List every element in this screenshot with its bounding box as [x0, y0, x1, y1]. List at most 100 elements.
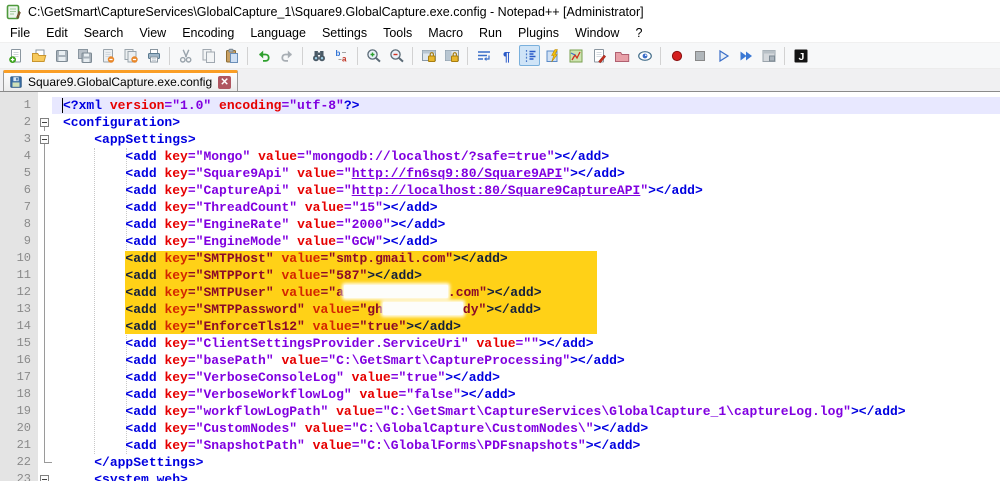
line-number[interactable]: 20	[0, 420, 38, 437]
line-number[interactable]: 19	[0, 403, 38, 420]
paste-icon[interactable]	[221, 45, 242, 66]
menu-item-search[interactable]: Search	[76, 25, 132, 41]
copy-icon[interactable]	[198, 45, 219, 66]
doc-switcher-icon[interactable]	[588, 45, 609, 66]
show-symbols-icon[interactable]: ¶	[496, 45, 517, 66]
doc-map-icon[interactable]	[565, 45, 586, 66]
menu-item-file[interactable]: File	[2, 25, 38, 41]
line-number[interactable]: 2	[0, 114, 38, 131]
code-text[interactable]: <add key="CustomNodes" value="C:\GlobalC…	[52, 420, 1000, 437]
menu-item-tools[interactable]: Tools	[375, 25, 420, 41]
print-icon[interactable]	[143, 45, 164, 66]
macro-save-icon[interactable]	[758, 45, 779, 66]
editor-line: 23 <system.web>	[0, 471, 1000, 481]
code-text[interactable]: </appSettings>	[52, 454, 1000, 471]
zoom-in-icon[interactable]	[363, 45, 384, 66]
sync-vertical-icon[interactable]	[418, 45, 439, 66]
code-text[interactable]: <add key="ClientSettingsProvider.Service…	[52, 335, 1000, 352]
line-number[interactable]: 21	[0, 437, 38, 454]
redo-icon[interactable]	[276, 45, 297, 66]
toolbar-separator	[467, 47, 468, 65]
code-text[interactable]: <add key="basePath" value="C:\GetSmart\C…	[52, 352, 1000, 369]
editor-area[interactable]: 1 <?xml version="1.0" encoding="utf-8"?> 2…	[0, 92, 1000, 481]
menu-item-macro[interactable]: Macro	[420, 25, 471, 41]
line-number[interactable]: 6	[0, 182, 38, 199]
line-number[interactable]: 16	[0, 352, 38, 369]
line-number[interactable]: 9	[0, 233, 38, 250]
menu-item-settings[interactable]: Settings	[314, 25, 375, 41]
code-text[interactable]: <add key="SMTPPort" value="587"></add>	[52, 267, 1000, 284]
fold-margin[interactable]	[38, 471, 52, 481]
line-number[interactable]: 15	[0, 335, 38, 352]
code-text[interactable]: <add key="SMTPUser" value="a.com"></add>	[52, 284, 1000, 301]
json-plugin-icon[interactable]: J	[790, 45, 811, 66]
fold-margin[interactable]	[38, 131, 52, 148]
code-text[interactable]: <system.web>	[52, 471, 1000, 481]
menu-item-edit[interactable]: Edit	[38, 25, 76, 41]
menu-item-window[interactable]: Window	[567, 25, 627, 41]
code-text[interactable]: <add key="EngineMode" value="GCW"></add>	[52, 233, 1000, 250]
code-text[interactable]: <add key="Mongo" value="mongodb://localh…	[52, 148, 1000, 165]
code-text[interactable]: <add key="Square9Api" value="http://fn6s…	[52, 165, 1000, 182]
close-file-icon[interactable]	[97, 45, 118, 66]
code-text[interactable]: <add key="CaptureApi" value="http://loca…	[52, 182, 1000, 199]
code-text[interactable]: <add key="workflowLogPath" value="C:\Get…	[52, 403, 1000, 420]
indent-guide-icon[interactable]	[519, 45, 540, 66]
line-number[interactable]: 23	[0, 471, 38, 481]
cut-icon[interactable]	[175, 45, 196, 66]
code-text[interactable]: <add key="EnforceTls12" value="true"></a…	[52, 318, 1000, 335]
line-number[interactable]: 1	[0, 97, 38, 114]
replace-icon[interactable]: ba	[331, 45, 352, 66]
close-all-icon[interactable]	[120, 45, 141, 66]
fold-margin[interactable]	[38, 114, 52, 131]
monitor-icon[interactable]	[634, 45, 655, 66]
code-text[interactable]: <appSettings>	[52, 131, 1000, 148]
line-number[interactable]: 17	[0, 369, 38, 386]
save-icon[interactable]	[51, 45, 72, 66]
macro-play-icon[interactable]	[712, 45, 733, 66]
line-number[interactable]: 12	[0, 284, 38, 301]
code-text[interactable]: <configuration>	[52, 114, 1000, 131]
code-text[interactable]: <add key="SMTPPassword" value="ghdy"></a…	[52, 301, 1000, 318]
code-text[interactable]: <add key="ThreadCount" value="15"></add>	[52, 199, 1000, 216]
macro-stop-icon[interactable]	[689, 45, 710, 66]
macro-run-multi-icon[interactable]	[735, 45, 756, 66]
function-list-icon[interactable]	[542, 45, 563, 66]
line-number[interactable]: 18	[0, 386, 38, 403]
menu-item-encoding[interactable]: Encoding	[174, 25, 242, 41]
line-number[interactable]: 4	[0, 148, 38, 165]
zoom-out-icon[interactable]	[386, 45, 407, 66]
undo-icon[interactable]	[253, 45, 274, 66]
word-wrap-icon[interactable]	[473, 45, 494, 66]
menu-item-plugins[interactable]: Plugins	[510, 25, 567, 41]
line-number[interactable]: 10	[0, 250, 38, 267]
code-text[interactable]: <add key="VerboseWorkflowLog" value="fal…	[52, 386, 1000, 403]
menu-item-view[interactable]: View	[131, 25, 174, 41]
editor-line: 19 <add key="workflowLogPath" value="C:\…	[0, 403, 1000, 420]
line-number[interactable]: 13	[0, 301, 38, 318]
line-number[interactable]: 11	[0, 267, 38, 284]
code-text[interactable]: <?xml version="1.0" encoding="utf-8"?>	[52, 97, 1000, 114]
tab-close-icon[interactable]: ✕	[218, 76, 231, 89]
find-icon[interactable]	[308, 45, 329, 66]
save-all-icon[interactable]	[74, 45, 95, 66]
menu-item-run[interactable]: Run	[471, 25, 510, 41]
sync-horizontal-icon[interactable]	[441, 45, 462, 66]
line-number[interactable]: 7	[0, 199, 38, 216]
code-text[interactable]: <add key="SnapshotPath" value="C:\Global…	[52, 437, 1000, 454]
line-number[interactable]: 22	[0, 454, 38, 471]
line-number[interactable]: 5	[0, 165, 38, 182]
code-text[interactable]: <add key="VerboseConsoleLog" value="true…	[52, 369, 1000, 386]
line-number[interactable]: 14	[0, 318, 38, 335]
new-file-icon[interactable]	[5, 45, 26, 66]
menu-item-help[interactable]: ?	[627, 25, 650, 41]
menu-item-language[interactable]: Language	[242, 25, 314, 41]
tab-square9-globalcapture-config[interactable]: Square9.GlobalCapture.exe.config ✕	[3, 70, 238, 91]
macro-record-icon[interactable]	[666, 45, 687, 66]
folder-workspace-icon[interactable]	[611, 45, 632, 66]
open-file-icon[interactable]	[28, 45, 49, 66]
line-number[interactable]: 8	[0, 216, 38, 233]
line-number[interactable]: 3	[0, 131, 38, 148]
code-text[interactable]: <add key="EngineRate" value="2000"></add…	[52, 216, 1000, 233]
code-text[interactable]: <add key="SMTPHost" value="smtp.gmail.co…	[52, 250, 1000, 267]
